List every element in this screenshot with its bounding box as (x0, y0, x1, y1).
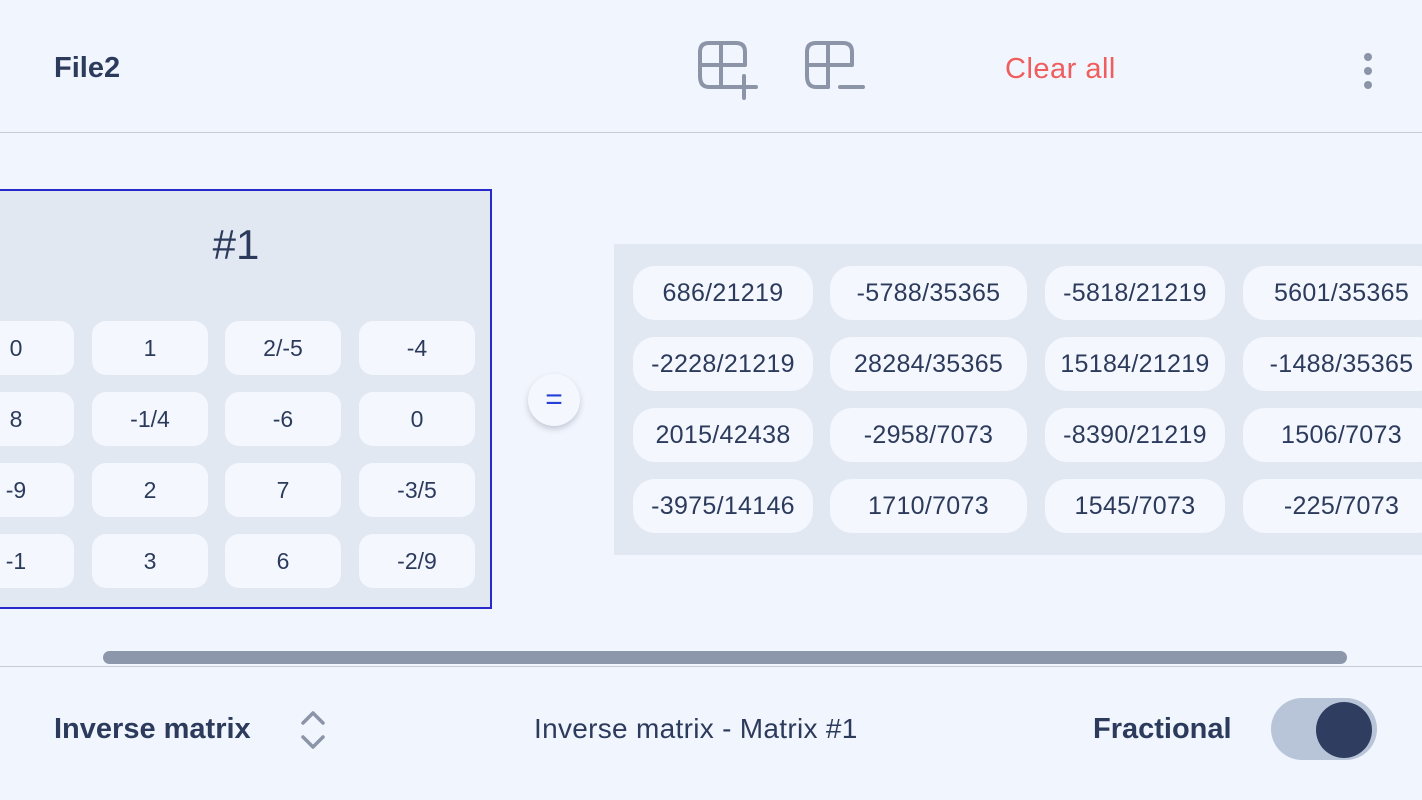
matrix-cell[interactable]: -1/4 (92, 392, 208, 446)
remove-column-button[interactable] (804, 40, 868, 94)
matrix-cell[interactable]: 0 (0, 321, 74, 375)
operation-selector[interactable]: Inverse matrix (54, 709, 344, 753)
result-matrix-panel: 686/21219 -5788/35365 -5818/21219 5601/3… (614, 244, 1422, 555)
fractional-toggle[interactable] (1271, 698, 1377, 760)
bottom-bar: Inverse matrix Inverse matrix - Matrix #… (0, 666, 1422, 800)
top-bar: File2 Clear all (0, 0, 1422, 133)
matrix-cell[interactable]: 1 (92, 321, 208, 375)
more-options-button[interactable] (1356, 52, 1380, 90)
result-cell: -8390/21219 (1045, 408, 1225, 462)
fractional-label: Fractional (1093, 713, 1232, 745)
matrix-1-panel[interactable]: #1 0 1 2/-5 -4 8 -1/4 -6 0 -9 2 7 -3/5 -… (0, 189, 492, 609)
result-cell: 5601/35365 (1243, 266, 1422, 320)
matrix-cell[interactable]: -6 (225, 392, 341, 446)
operation-description: Inverse matrix - Matrix #1 (534, 713, 858, 744)
result-cell: 15184/21219 (1045, 337, 1225, 391)
clear-all-button[interactable]: Clear all (1005, 53, 1116, 86)
add-column-icon (698, 41, 758, 100)
matrix-cell[interactable]: -3/5 (359, 463, 475, 517)
operation-label: Inverse matrix (54, 713, 251, 745)
result-cell: -5788/35365 (830, 266, 1027, 320)
matrix-cell[interactable]: 2/-5 (225, 321, 341, 375)
toggle-knob (1316, 702, 1372, 758)
chevron-up-down-icon (301, 711, 325, 749)
more-vertical-icon (1364, 53, 1372, 89)
matrix-cell[interactable]: 3 (92, 534, 208, 588)
horizontal-scrollbar[interactable] (103, 651, 1347, 664)
matrix-cell[interactable]: 0 (359, 392, 475, 446)
matrix-cell[interactable]: -1 (0, 534, 74, 588)
result-cell: -225/7073 (1243, 479, 1422, 533)
result-cell: -2228/21219 (633, 337, 813, 391)
add-column-button[interactable] (697, 40, 761, 102)
result-cell: -2958/7073 (830, 408, 1027, 462)
result-cell: 28284/35365 (830, 337, 1027, 391)
matrix-cell[interactable]: 2 (92, 463, 208, 517)
equals-button[interactable]: = (528, 374, 580, 426)
matrix-cell[interactable]: -9 (0, 463, 74, 517)
result-cell: -1488/35365 (1243, 337, 1422, 391)
result-cell: 1710/7073 (830, 479, 1027, 533)
result-cell: 1545/7073 (1045, 479, 1225, 533)
matrix-cell[interactable]: 7 (225, 463, 341, 517)
matrix-cell[interactable]: 6 (225, 534, 341, 588)
remove-column-icon (805, 41, 865, 89)
result-cell: 686/21219 (633, 266, 813, 320)
result-cell: 2015/42438 (633, 408, 813, 462)
matrix-cell[interactable]: 8 (0, 392, 74, 446)
matrix-cell[interactable]: -4 (359, 321, 475, 375)
matrix-cell[interactable]: -2/9 (359, 534, 475, 588)
matrix-title: #1 (212, 221, 260, 268)
result-cell: 1506/7073 (1243, 408, 1422, 462)
result-cell: -5818/21219 (1045, 266, 1225, 320)
result-cell: -3975/14146 (633, 479, 813, 533)
file-title: File2 (54, 52, 121, 84)
